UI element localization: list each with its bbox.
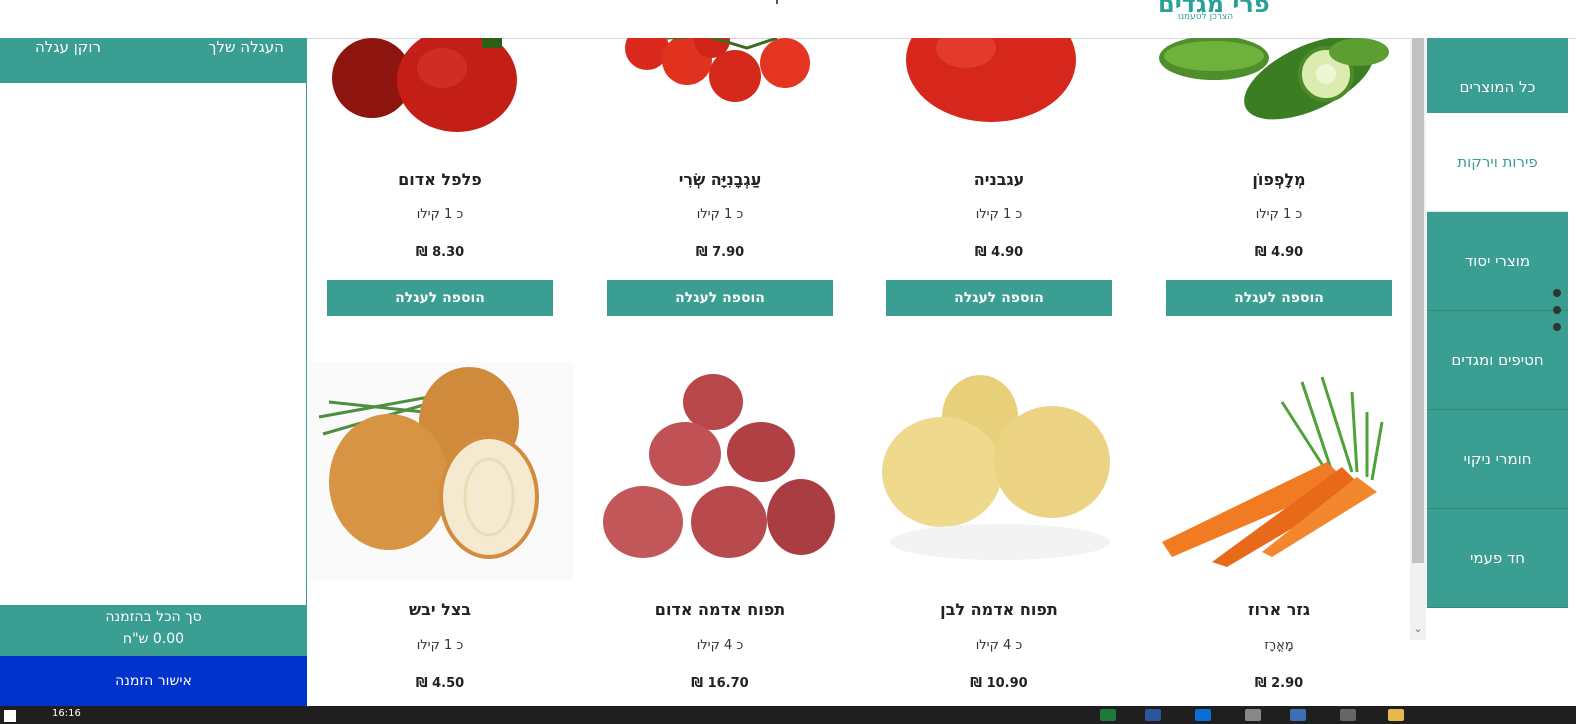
product-image-white-potatoes	[880, 362, 1120, 580]
product-price: 2.90 ₪	[1254, 676, 1304, 691]
product-name: עגבניה	[973, 170, 1025, 189]
cart-title: העגלה שלך	[208, 38, 284, 56]
product-price: 7.90 ₪	[695, 245, 745, 260]
product-price: 8.30 ₪	[415, 245, 465, 260]
add-to-cart-button[interactable]: הוספה לעגלה	[886, 280, 1112, 316]
product-name: מְלָפְפוֹן	[1252, 170, 1306, 189]
product-image-cherry-tomatoes	[607, 38, 833, 130]
product-price: 10.90 ₪	[970, 676, 1028, 691]
product-card: מְלָפְפוֹן כ 1 קילו 4.90 ₪ הוספה לעגלה	[1159, 38, 1392, 316]
product-unit: מָאֳרָז	[1264, 638, 1294, 653]
category-disposable[interactable]: חד פעמי	[1427, 509, 1568, 608]
more-options-icon[interactable]	[1553, 289, 1563, 349]
product-name: גזר ארוז	[1248, 600, 1310, 619]
add-to-cart-button[interactable]: הוספה לעגלה	[1166, 280, 1392, 316]
product-card: עגבניה כ 1 קילו 4.90 ₪ הוספה לעגלה	[886, 38, 1112, 316]
taskbar-clock: 16:16	[52, 708, 81, 719]
app-icon[interactable]	[1340, 709, 1356, 721]
product-scrollbar[interactable]: ⌄	[1410, 38, 1426, 640]
product-name: תפוח אדמה לבן	[940, 600, 1058, 619]
product-card: בצל יבש כ 1 קילו 4.50 ₪	[309, 362, 573, 702]
total-label: סך הכל בהזמנה	[105, 609, 202, 625]
cart-panel: העגלה שלך רוקן עגלה סך הכל בהזמנה 0.00 ש…	[0, 38, 307, 706]
add-to-cart-button[interactable]: הוספה לעגלה	[327, 280, 553, 316]
category-cleaning[interactable]: חומרי ניקוי	[1427, 410, 1568, 509]
app-icon[interactable]	[1245, 709, 1261, 721]
product-card: תפוח אדמה לבן כ 4 קילו 10.90 ₪	[882, 362, 1112, 702]
product-card: תפוח אדמה אדום כ 4 קילו 16.70 ₪	[603, 362, 835, 702]
product-card: עַגְבָנִיָּה שְׂרִי כ 1 קילו 7.90 ₪ הוספ…	[607, 38, 833, 316]
product-unit: כ 4 קילו	[975, 638, 1023, 653]
category-snacks-sweets[interactable]: חטיפים ומגדים	[1427, 311, 1568, 410]
product-image-red-pepper	[327, 38, 553, 132]
product-image-red-potatoes	[601, 362, 841, 580]
product-price: 4.90 ₪	[1254, 245, 1304, 260]
product-image-cucumber	[1154, 38, 1394, 130]
product-unit: כ 1 קילו	[696, 207, 744, 222]
product-image-onions	[309, 362, 573, 580]
cart-total: סך הכל בהזמנה 0.00 ש"ח	[0, 605, 307, 656]
product-name: עַגְבָנִיָּה שְׂרִי	[678, 170, 762, 189]
product-card: פלפל אדום כ 1 קילו 8.30 ₪ הוספה לעגלה	[327, 38, 553, 316]
empty-cart-button[interactable]: רוקן עגלה	[35, 38, 101, 56]
product-name: תפוח אדמה אדום	[654, 600, 786, 619]
product-price: 4.90 ₪	[974, 245, 1024, 260]
category-basic-products[interactable]: מוצרי יסוד	[1427, 212, 1568, 311]
excel-icon[interactable]	[1100, 709, 1116, 721]
header-divider	[776, 0, 778, 4]
product-name: בצל יבש	[408, 600, 472, 619]
product-unit: כ 1 קילו	[1255, 207, 1303, 222]
file-explorer-icon[interactable]	[1388, 709, 1404, 721]
scrollbar-thumb[interactable]	[1412, 38, 1424, 563]
scroll-down-arrow-icon[interactable]: ⌄	[1412, 621, 1424, 637]
add-to-cart-button[interactable]: הוספה לעגלה	[607, 280, 833, 316]
product-image-carrots	[1152, 362, 1392, 580]
edge-icon[interactable]	[1195, 709, 1211, 721]
cart-header: העגלה שלך רוקן עגלה	[0, 38, 307, 83]
os-taskbar: 16:16	[0, 706, 1576, 724]
product-name: פלפל אדום	[398, 170, 482, 189]
product-price: 16.70 ₪	[691, 676, 749, 691]
app-icon[interactable]	[1290, 709, 1306, 721]
product-card: גזר ארוז מָאֳרָז 2.90 ₪	[1162, 362, 1392, 702]
top-header: פרי מגדים הצרכן לטעמנו	[0, 0, 1576, 39]
product-price: 4.50 ₪	[415, 676, 465, 691]
logo-tagline: הצרכן לטעמנו	[1178, 12, 1234, 22]
product-image-tomato	[886, 38, 1112, 130]
confirm-order-button[interactable]: אישור הזמנה	[0, 656, 307, 706]
product-unit: כ 1 קילו	[416, 207, 464, 222]
total-value: 0.00 ש"ח	[122, 631, 185, 647]
product-unit: כ 1 קילו	[975, 207, 1023, 222]
category-fruits-vegetables[interactable]: פירות וירקות	[1427, 113, 1568, 212]
word-icon[interactable]	[1145, 709, 1161, 721]
product-unit: כ 1 קילו	[416, 638, 464, 653]
category-nav: כל המוצרים פירות וירקות מוצרי יסוד חטיפי…	[1427, 38, 1568, 640]
product-unit: כ 4 קילו	[696, 638, 744, 653]
windows-start-icon[interactable]	[4, 710, 16, 722]
